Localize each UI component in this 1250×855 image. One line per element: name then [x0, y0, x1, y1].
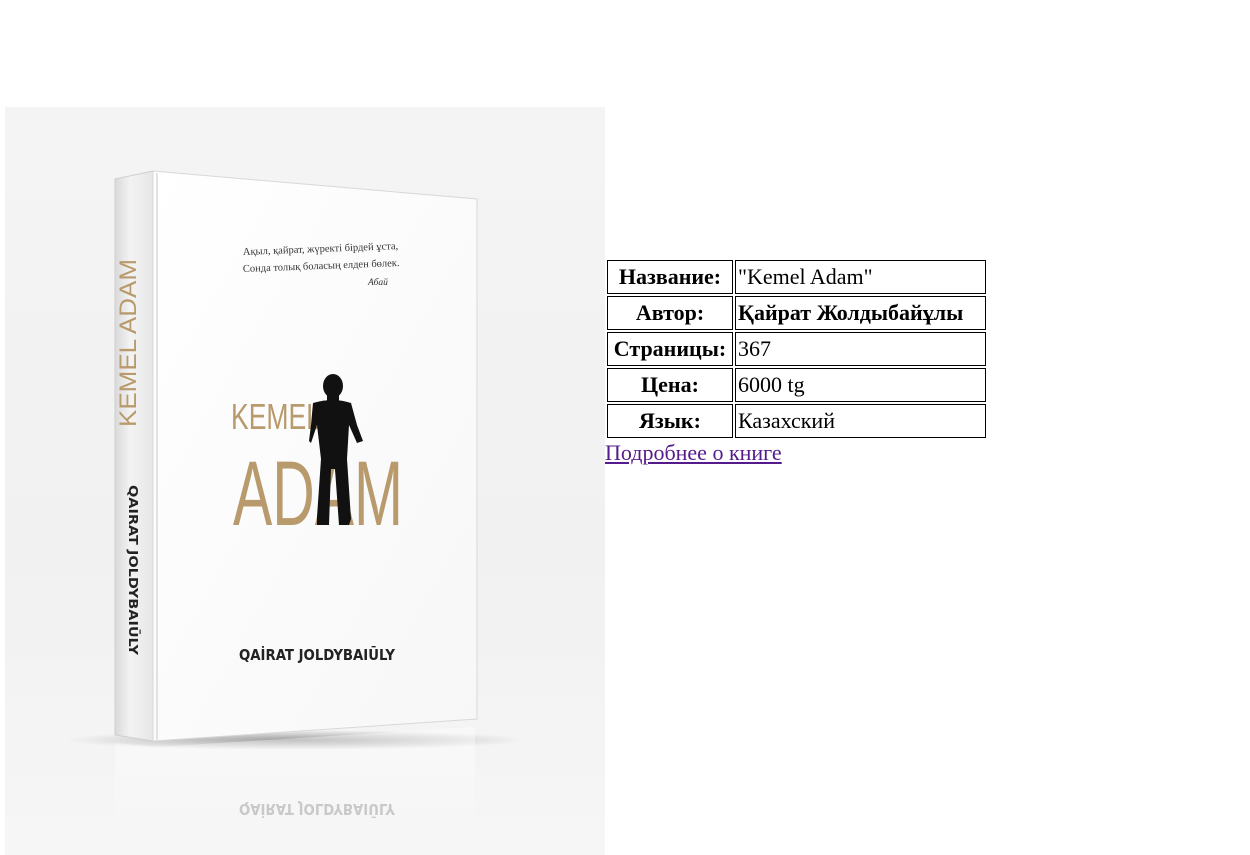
label-author: Автор:: [607, 296, 733, 330]
value-author: Қайрат Жолдыбайұлы: [735, 296, 986, 330]
value-price: 6000 tg: [735, 368, 986, 402]
spine-title: KEMEL ADAM: [115, 259, 142, 427]
book-info: Название: "Kemel Adam" Автор: Қайрат Жол…: [605, 258, 988, 466]
cover-reflection-text: QAİRAT JOLDYBAIŪLY: [239, 800, 396, 820]
table-row: Страницы: 367: [607, 332, 986, 366]
label-language: Язык:: [607, 404, 733, 438]
book-cover-image: Ақыл, қайрат, жүректі бірдей ұста, Сонда…: [5, 107, 605, 855]
value-language: Казахский: [735, 404, 986, 438]
cover-front-author: QAİRAT JOLDYBAIŪLY: [239, 644, 396, 664]
label-price: Цена:: [607, 368, 733, 402]
table-row: Язык: Казахский: [607, 404, 986, 438]
page: Ақыл, қайрат, жүректі бірдей ұста, Сонда…: [0, 0, 1250, 855]
table-row: Цена: 6000 tg: [607, 368, 986, 402]
cover-title-adam: ADAM: [233, 443, 403, 545]
cover-title-kemel: KEMEL: [231, 396, 321, 437]
table-row: Автор: Қайрат Жолдыбайұлы: [607, 296, 986, 330]
cover-quote-author: Абай: [367, 277, 388, 288]
table-row: Название: "Kemel Adam": [607, 260, 986, 294]
book-details-table: Название: "Kemel Adam" Автор: Қайрат Жол…: [605, 258, 988, 440]
label-pages: Страницы:: [607, 332, 733, 366]
label-title: Название:: [607, 260, 733, 294]
value-pages: 367: [735, 332, 986, 366]
book-details-link[interactable]: Подробнее о книге: [605, 440, 782, 466]
value-title: "Kemel Adam": [735, 260, 986, 294]
spine-author: QAIRAT JOLDYBAIŪLY: [126, 485, 141, 655]
